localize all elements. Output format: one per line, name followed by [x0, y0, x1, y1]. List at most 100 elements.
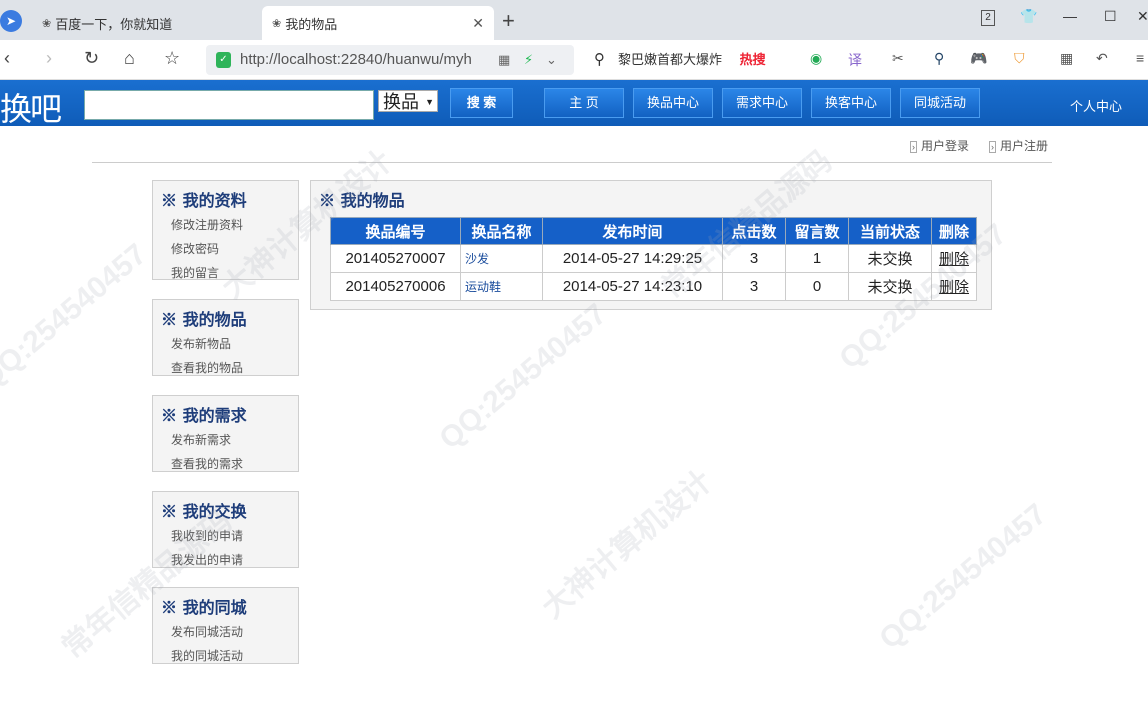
nav-demand-center[interactable]: 需求中心 — [722, 88, 802, 118]
item-publish-time: 2014-05-27 14:29:25 — [542, 244, 723, 273]
close-icon[interactable]: ✕ — [472, 15, 484, 32]
scissors-icon[interactable]: ✂ — [892, 50, 904, 67]
browser-tab-bar: ➤ ❀ 百度一下，你就知道 ❀ 我的物品 ✕ + 2 👕 — ☐ ✕ — [0, 0, 1148, 40]
header-divider — [92, 162, 1052, 163]
nav-home[interactable]: 主 页 — [544, 88, 624, 118]
arrow-right-icon: › — [989, 141, 996, 153]
hot-search-label[interactable]: 热搜 — [740, 52, 766, 67]
shirt-icon[interactable]: 👕 — [1020, 8, 1037, 25]
items-table: 换品编号 换品名称 发布时间 点击数 留言数 当前状态 删除 201405270… — [330, 217, 977, 301]
watermark-text: 大神计算机设计 — [536, 464, 719, 625]
site-search-input[interactable] — [84, 90, 374, 120]
site-logo[interactable]: 换吧 — [0, 84, 62, 130]
sidebar-link-my-messages[interactable]: 我的留言 — [153, 261, 298, 285]
column-header: 删除 — [931, 217, 977, 245]
star-icon[interactable]: ☆ — [164, 48, 180, 69]
item-name-link[interactable]: 沙发 — [460, 244, 543, 273]
chevron-down-icon[interactable]: ⌄ — [546, 45, 557, 75]
item-id: 201405270007 — [330, 244, 461, 273]
shield-icon: ✓ — [216, 52, 231, 68]
new-tab-button[interactable]: + — [502, 8, 515, 34]
paw-icon: ❀ — [42, 17, 52, 30]
extension-green-icon[interactable]: ◉ — [810, 50, 822, 67]
back-icon[interactable]: ‹ — [4, 48, 10, 69]
browser-toolbar: ‹ › ↻ ⌂ ☆ ✓ http://localhost:22840/huanw… — [0, 40, 1148, 80]
item-messages: 1 — [785, 244, 849, 273]
login-label: 用户登录 — [921, 139, 970, 153]
nav-item-center[interactable]: 换品中心 — [633, 88, 713, 118]
column-header: 换品编号 — [330, 217, 461, 245]
lightning-icon[interactable]: ⚡ — [524, 45, 533, 75]
my-items-panel: ※ 我的物品 换品编号 换品名称 发布时间 点击数 留言数 当前状态 删除 20… — [310, 180, 992, 310]
browser-logo-icon: ➤ — [0, 10, 22, 32]
tab-count-badge[interactable]: 2 — [981, 10, 995, 26]
translate-icon[interactable]: 译 — [848, 50, 862, 70]
close-window-icon[interactable]: ✕ — [1137, 8, 1148, 25]
item-clicks: 3 — [722, 272, 786, 301]
minimize-icon[interactable]: — — [1063, 8, 1077, 24]
paw-icon: ❀ — [272, 17, 282, 30]
search-suggestion-box[interactable]: ⚲ 黎巴嫩首都大爆炸 热搜 — [586, 45, 804, 75]
address-bar[interactable]: ✓ http://localhost:22840/huanwu/myh ▦ ⚡ … — [206, 45, 574, 75]
shield-coin-icon[interactable]: ⛉ — [1014, 50, 1025, 67]
qr-icon[interactable]: ▦ — [498, 45, 510, 75]
personal-center-link[interactable]: 个人中心 — [1070, 96, 1122, 115]
apps-grid-icon[interactable]: ▦ — [1060, 50, 1073, 67]
home-icon[interactable]: ⌂ — [124, 48, 135, 69]
sidebar-link-my-events[interactable]: 我的同城活动 — [153, 644, 298, 668]
login-link[interactable]: › 用户登录 — [910, 137, 969, 154]
item-messages: 0 — [785, 272, 849, 301]
site-header: 换吧 换品 ▼ 搜 索 主 页 换品中心 需求中心 换客中心 同城活动 个人中心 — [0, 80, 1148, 128]
sidebar-section-title: ※ 我的资料 — [161, 191, 247, 210]
nav-trader-center[interactable]: 换客中心 — [811, 88, 891, 118]
tab-baidu[interactable]: ❀ 百度一下，你就知道 — [32, 6, 262, 40]
magnifier-icon[interactable]: ⚲ — [934, 50, 944, 67]
column-header: 点击数 — [722, 217, 786, 245]
sidebar-exchange-section: ※ 我的交换 我收到的申请 我发出的申请 — [152, 491, 299, 568]
column-header: 留言数 — [785, 217, 849, 245]
sidebar-link-publish-event[interactable]: 发布同城活动 — [153, 620, 298, 644]
table-header-row: 换品编号 换品名称 发布时间 点击数 留言数 当前状态 删除 — [330, 217, 977, 245]
sidebar-demand-section: ※ 我的需求 发布新需求 查看我的需求 — [152, 395, 299, 472]
sidebar-link-view-demands[interactable]: 查看我的需求 — [153, 452, 298, 476]
forward-icon[interactable]: › — [46, 48, 52, 69]
column-header: 换品名称 — [460, 217, 543, 245]
category-select[interactable]: 换品 ▼ — [378, 90, 438, 112]
sidebar-link-received-requests[interactable]: 我收到的申请 — [153, 524, 298, 548]
sidebar-items-section: ※ 我的物品 发布新物品 查看我的物品 — [152, 299, 299, 376]
sidebar-link-sent-requests[interactable]: 我发出的申请 — [153, 548, 298, 572]
url-text: http://localhost:22840/huanwu/myh — [240, 51, 472, 68]
maximize-icon[interactable]: ☐ — [1104, 8, 1117, 25]
site-search-button[interactable]: 搜 索 — [450, 88, 513, 118]
sidebar-local-section: ※ 我的同城 发布同城活动 我的同城活动 — [152, 587, 299, 664]
item-name-link[interactable]: 运动鞋 — [460, 272, 543, 301]
register-link[interactable]: › 用户注册 — [989, 137, 1048, 154]
chevron-down-icon: ▼ — [425, 97, 434, 107]
page-title: ※ 我的物品 — [319, 191, 405, 210]
sidebar-link-view-items[interactable]: 查看我的物品 — [153, 356, 298, 380]
sidebar-link-publish-demand[interactable]: 发布新需求 — [153, 428, 298, 452]
nav-local-events[interactable]: 同城活动 — [900, 88, 980, 118]
delete-link[interactable]: 删除 — [931, 272, 977, 301]
item-publish-time: 2014-05-27 14:23:10 — [542, 272, 723, 301]
sidebar-profile-section: ※ 我的资料 修改注册资料 修改密码 我的留言 — [152, 180, 299, 280]
sidebar-link-change-password[interactable]: 修改密码 — [153, 237, 298, 261]
search-icon: ⚲ — [594, 51, 605, 68]
item-id: 201405270006 — [330, 272, 461, 301]
undo-icon[interactable]: ↶ — [1096, 50, 1108, 67]
category-select-value: 换品 — [383, 92, 419, 112]
delete-link[interactable]: 删除 — [931, 244, 977, 273]
game-icon[interactable]: 🎮 — [970, 50, 987, 67]
reload-icon[interactable]: ↻ — [84, 48, 99, 69]
watermark-text: QQ:254540457 — [873, 497, 1053, 656]
column-header: 发布时间 — [542, 217, 723, 245]
column-header: 当前状态 — [848, 217, 932, 245]
sidebar-section-title: ※ 我的物品 — [161, 310, 247, 329]
tab-label: 我的物品 — [285, 16, 338, 32]
sidebar-section-title: ※ 我的需求 — [161, 406, 247, 425]
sidebar-link-edit-profile[interactable]: 修改注册资料 — [153, 213, 298, 237]
tab-my-items[interactable]: ❀ 我的物品 ✕ — [262, 6, 494, 40]
menu-icon[interactable]: ≡ — [1136, 50, 1144, 66]
table-row: 201405270007 沙发 2014-05-27 14:29:25 3 1 … — [330, 244, 977, 273]
sidebar-link-publish-item[interactable]: 发布新物品 — [153, 332, 298, 356]
